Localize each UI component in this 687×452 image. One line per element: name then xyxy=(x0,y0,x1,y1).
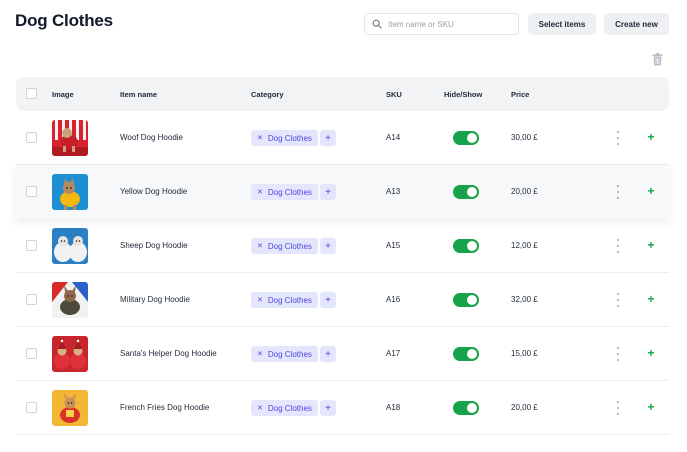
sku: A16 xyxy=(386,295,401,304)
column-header-price[interactable]: Price xyxy=(511,90,529,99)
product-image xyxy=(52,174,88,210)
row-checkbox[interactable] xyxy=(26,348,37,359)
table-row[interactable]: Sheep Dog Hoodie ✕ Dog Clothes + A15 12,0… xyxy=(16,219,669,273)
sku: A14 xyxy=(386,133,401,142)
category-tag: ✕ Dog Clothes xyxy=(251,184,318,200)
category-tag: ✕ Dog Clothes xyxy=(251,238,318,254)
plus-icon[interactable]: + xyxy=(645,238,657,252)
price: 20,00 £ xyxy=(511,187,538,196)
row-checkbox[interactable] xyxy=(26,240,37,251)
close-icon[interactable]: ✕ xyxy=(257,242,263,250)
close-icon[interactable]: ✕ xyxy=(257,404,263,412)
add-category-button[interactable]: + xyxy=(320,400,336,416)
column-header-visibility[interactable]: Hide/Show xyxy=(444,90,482,99)
more-vertical-icon[interactable] xyxy=(616,401,620,415)
sku: A13 xyxy=(386,187,401,196)
table-row[interactable]: Woof Dog Hoodie ✕ Dog Clothes + A14 30,00… xyxy=(16,111,669,165)
more-vertical-icon[interactable] xyxy=(616,185,620,199)
plus-icon[interactable]: + xyxy=(645,400,657,414)
price: 32,00 £ xyxy=(511,295,538,304)
visibility-toggle[interactable] xyxy=(453,239,479,253)
row-checkbox[interactable] xyxy=(26,186,37,197)
column-header-category[interactable]: Category xyxy=(251,90,284,99)
category-label: Dog Clothes xyxy=(267,349,312,359)
item-name[interactable]: Woof Dog Hoodie xyxy=(120,133,183,142)
plus-icon[interactable]: + xyxy=(645,184,657,198)
add-category-button[interactable]: + xyxy=(320,238,336,254)
category-tag: ✕ Dog Clothes xyxy=(251,346,318,362)
visibility-toggle[interactable] xyxy=(453,131,479,145)
add-category-button[interactable]: + xyxy=(320,292,336,308)
more-vertical-icon[interactable] xyxy=(616,239,620,253)
create-new-button[interactable]: Create new xyxy=(604,13,669,35)
row-checkbox[interactable] xyxy=(26,132,37,143)
close-icon[interactable]: ✕ xyxy=(257,188,263,196)
visibility-toggle[interactable] xyxy=(453,293,479,307)
price: 20,00 £ xyxy=(511,403,538,412)
table-row[interactable]: Yellow Dog Hoodie ✕ Dog Clothes + A13 20,… xyxy=(16,165,669,219)
more-vertical-icon[interactable] xyxy=(616,293,620,307)
plus-icon[interactable]: + xyxy=(645,292,657,306)
table-header: Image Item name Category SKU Hide/Show P… xyxy=(16,77,669,111)
sku: A17 xyxy=(386,349,401,358)
visibility-toggle[interactable] xyxy=(453,401,479,415)
select-all-checkbox[interactable] xyxy=(26,88,37,99)
category-label: Dog Clothes xyxy=(267,133,312,143)
page-title: Dog Clothes xyxy=(15,11,113,30)
visibility-toggle[interactable] xyxy=(453,347,479,361)
trash-icon[interactable] xyxy=(652,53,663,66)
price: 12,00 £ xyxy=(511,241,538,250)
plus-icon[interactable]: + xyxy=(645,130,657,144)
column-header-name[interactable]: Item name xyxy=(120,90,157,99)
plus-icon[interactable]: + xyxy=(645,346,657,360)
category-label: Dog Clothes xyxy=(267,187,312,197)
column-header-sku[interactable]: SKU xyxy=(386,90,402,99)
product-image xyxy=(52,282,88,318)
product-image xyxy=(52,120,88,156)
product-image xyxy=(52,228,88,264)
add-category-button[interactable]: + xyxy=(320,184,336,200)
more-vertical-icon[interactable] xyxy=(616,131,620,145)
product-image xyxy=(52,390,88,426)
more-vertical-icon[interactable] xyxy=(616,347,620,361)
visibility-toggle[interactable] xyxy=(453,185,479,199)
price: 30,00 £ xyxy=(511,133,538,142)
category-tag: ✕ Dog Clothes xyxy=(251,292,318,308)
add-category-button[interactable]: + xyxy=(320,130,336,146)
category-label: Dog Clothes xyxy=(267,403,312,413)
item-name[interactable]: Sheep Dog Hoodie xyxy=(120,241,188,250)
category-label: Dog Clothes xyxy=(267,241,312,251)
price: 15,00 £ xyxy=(511,349,538,358)
category-tag: ✕ Dog Clothes xyxy=(251,130,318,146)
table-row[interactable]: Military Dog Hoodie ✕ Dog Clothes + A16 3… xyxy=(16,273,669,327)
column-header-image: Image xyxy=(52,90,74,99)
close-icon[interactable]: ✕ xyxy=(257,296,263,304)
sku: A15 xyxy=(386,241,401,250)
search-icon xyxy=(372,19,382,29)
item-name[interactable]: French Fries Dog Hoodie xyxy=(120,403,209,412)
item-name[interactable]: Military Dog Hoodie xyxy=(120,295,190,304)
product-image xyxy=(52,336,88,372)
row-checkbox[interactable] xyxy=(26,402,37,413)
add-category-button[interactable]: + xyxy=(320,346,336,362)
select-items-button[interactable]: Select items xyxy=(528,13,596,35)
row-checkbox[interactable] xyxy=(26,294,37,305)
table-row[interactable]: Santa's Helper Dog Hoodie ✕ Dog Clothes +… xyxy=(16,327,669,381)
search-input[interactable] xyxy=(388,19,513,29)
close-icon[interactable]: ✕ xyxy=(257,134,263,142)
search-box[interactable] xyxy=(364,13,519,35)
close-icon[interactable]: ✕ xyxy=(257,350,263,358)
sku: A18 xyxy=(386,403,401,412)
item-name[interactable]: Santa's Helper Dog Hoodie xyxy=(120,349,217,358)
item-name[interactable]: Yellow Dog Hoodie xyxy=(120,187,187,196)
category-tag: ✕ Dog Clothes xyxy=(251,400,318,416)
category-label: Dog Clothes xyxy=(267,295,312,305)
table-row[interactable]: French Fries Dog Hoodie ✕ Dog Clothes + A… xyxy=(16,381,669,435)
